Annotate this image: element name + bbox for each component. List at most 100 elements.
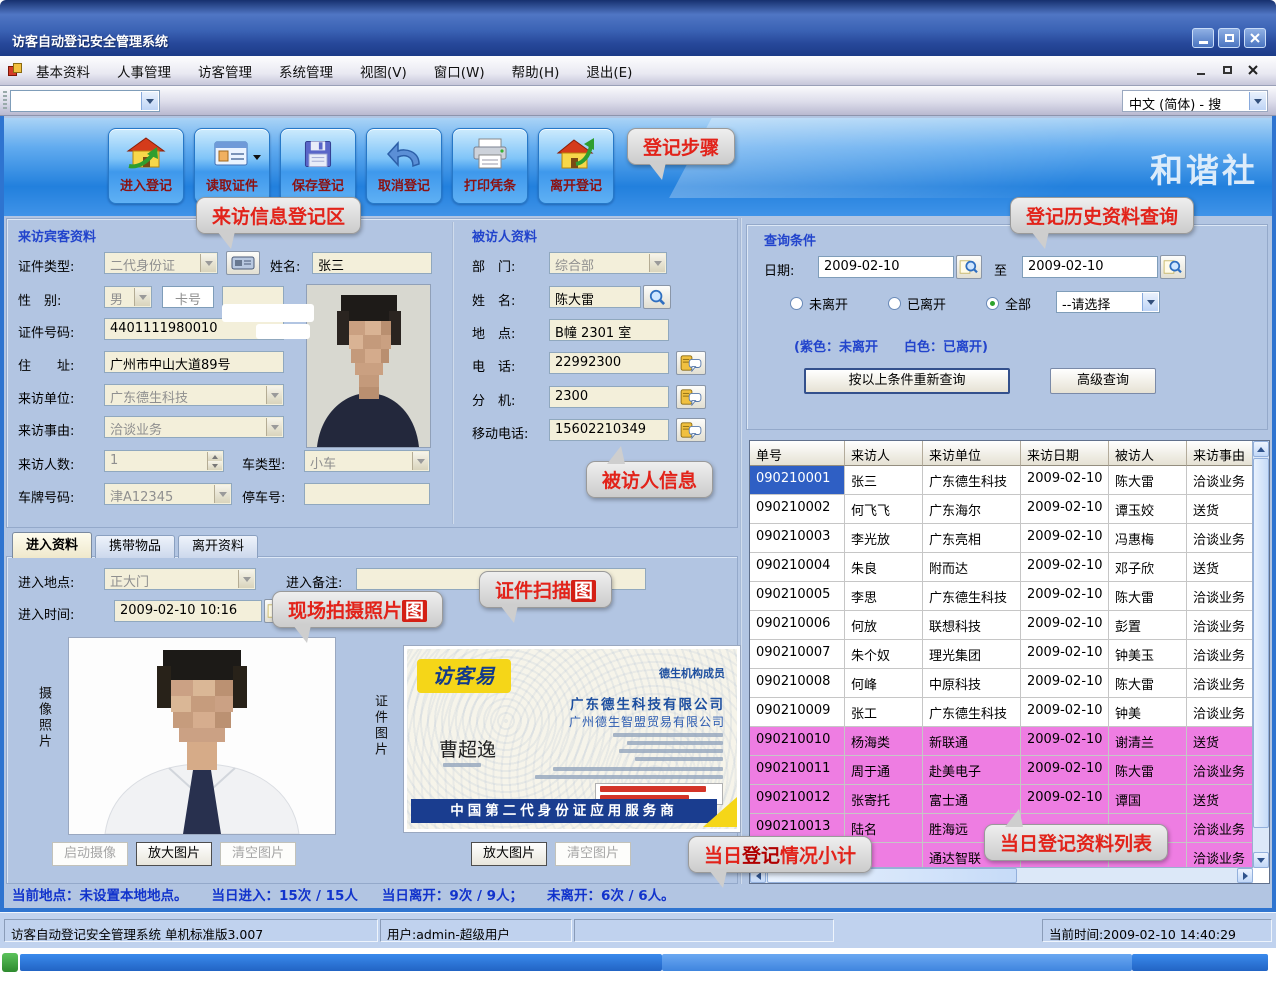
dial-phone-button[interactable] [676, 351, 706, 375]
date-from-field[interactable]: 2009-02-10 [818, 256, 954, 278]
radio-icon[interactable] [790, 297, 803, 310]
table-row[interactable]: 090210009张工广东德生科技2009-02-10钟美洽谈业务 [750, 698, 1253, 727]
table-cell[interactable]: 广东德生科技 [923, 466, 1021, 495]
table-cell[interactable]: 洽谈业务 [1187, 466, 1253, 495]
table-cell[interactable]: 理光集团 [923, 640, 1021, 669]
ext-field[interactable]: 2300 [549, 386, 669, 408]
table-cell[interactable]: 送货 [1187, 553, 1253, 582]
table-cell[interactable]: 2009-02-10 [1021, 553, 1109, 582]
radio-icon[interactable] [986, 297, 999, 310]
table-cell[interactable]: 洽谈业务 [1187, 843, 1253, 868]
table-cell[interactable]: 2009-02-10 [1021, 524, 1109, 553]
table-cell[interactable]: 李光放 [845, 524, 923, 553]
table-cell[interactable]: 广东海尔 [923, 495, 1021, 524]
advanced-query-button[interactable]: 高级查询 [1050, 368, 1156, 394]
mdi-close-button[interactable] [1244, 62, 1262, 78]
entry-time-field[interactable]: 2009-02-10 10:16 [114, 600, 262, 622]
table-row[interactable]: 090210006何放联想科技2009-02-10彭置洽谈业务 [750, 611, 1253, 640]
close-button[interactable] [1244, 28, 1266, 48]
table-cell[interactable]: 新联通 [923, 727, 1021, 756]
dropdown-caret-icon[interactable] [253, 155, 261, 160]
minimize-button[interactable] [1192, 28, 1214, 48]
menu-item-7[interactable]: 退出(E) [586, 61, 632, 81]
requery-button[interactable]: 按以上条件重新查询 [804, 368, 1010, 394]
table-cell[interactable]: 090210011 [750, 756, 845, 785]
table-cell[interactable]: 邓子欣 [1109, 553, 1187, 582]
scan-button-清空图片[interactable]: 清空图片 [555, 842, 631, 866]
table-header-cell[interactable]: 单号 [750, 441, 845, 466]
dept-combo[interactable]: 综合部 [549, 252, 667, 274]
table-cell[interactable]: 钟美玉 [1109, 640, 1187, 669]
location-field[interactable]: B幢 2301 室 [549, 319, 669, 341]
table-cell[interactable]: 陈大雷 [1109, 669, 1187, 698]
table-cell[interactable]: 送货 [1187, 785, 1253, 814]
table-cell[interactable]: 彭置 [1109, 611, 1187, 640]
radio-option-1[interactable]: 已离开 [888, 294, 946, 313]
table-cell[interactable]: 送货 [1187, 495, 1253, 524]
table-cell[interactable]: 张寄托 [845, 785, 923, 814]
table-cell[interactable]: 朱个奴 [845, 640, 923, 669]
visitor-name-field[interactable]: 张三 [312, 252, 432, 274]
table-cell[interactable]: 张工 [845, 698, 923, 727]
cert-type-combo[interactable]: 二代身份证 [104, 252, 218, 274]
menu-item-1[interactable]: 人事管理 [117, 61, 171, 81]
table-cell[interactable]: 陈大雷 [1109, 466, 1187, 495]
radio-option-2[interactable]: 全部 [986, 294, 1031, 313]
dropdown-arrow-icon[interactable] [412, 452, 428, 470]
table-cell[interactable]: 张三 [845, 466, 923, 495]
table-row[interactable]: 090210004朱良附而达2009-02-10邓子欣送货 [750, 553, 1253, 582]
scroll-up-button[interactable] [1253, 441, 1269, 457]
table-cell[interactable]: 2009-02-10 [1021, 698, 1109, 727]
dropdown-arrow-icon[interactable] [238, 570, 254, 588]
table-cell[interactable]: 谭国 [1109, 785, 1187, 814]
table-header-cell[interactable]: 来访事由 [1187, 441, 1253, 466]
vertical-scrollbar[interactable] [1252, 441, 1269, 868]
table-cell[interactable]: 090210001 [750, 466, 845, 495]
table-row[interactable]: 090210011周于通赴美电子2009-02-10陈大雷洽谈业务 [750, 756, 1253, 785]
company-combo[interactable]: 广东德生科技 [104, 384, 284, 406]
start-button-sliver[interactable] [2, 953, 18, 972]
table-header-cell[interactable]: 来访人 [845, 441, 923, 466]
radio-icon[interactable] [888, 297, 901, 310]
photo-button-清空图片[interactable]: 清空图片 [220, 842, 296, 866]
menu-item-6[interactable]: 帮助(H) [512, 61, 560, 81]
table-cell[interactable]: 洽谈业务 [1187, 611, 1253, 640]
table-cell[interactable]: 090210008 [750, 669, 845, 698]
language-bar[interactable]: 中文 (简体) - 搜 [1122, 90, 1268, 112]
dial-ext-button[interactable] [676, 385, 706, 409]
table-cell[interactable]: 2009-02-10 [1021, 611, 1109, 640]
table-cell[interactable]: 090210007 [750, 640, 845, 669]
toolbar-button-6[interactable]: 离开登记 [538, 128, 614, 204]
table-cell[interactable]: 陈大雷 [1109, 582, 1187, 611]
table-cell[interactable]: 2009-02-10 [1021, 756, 1109, 785]
table-cell[interactable]: 杨海类 [845, 727, 923, 756]
phone-field[interactable]: 22992300 [549, 352, 669, 374]
table-header-cell[interactable]: 来访日期 [1021, 441, 1109, 466]
table-cell[interactable]: 李思 [845, 582, 923, 611]
restore-button[interactable] [1218, 28, 1240, 48]
dropdown-arrow-icon[interactable] [1249, 92, 1266, 110]
table-cell[interactable]: 洽谈业务 [1187, 698, 1253, 727]
table-cell[interactable]: 洽谈业务 [1187, 669, 1253, 698]
table-cell[interactable]: 2009-02-10 [1021, 582, 1109, 611]
gender-combo[interactable]: 男 [104, 286, 152, 308]
table-cell[interactable]: 2009-02-10 [1021, 495, 1109, 524]
table-cell[interactable]: 何放 [845, 611, 923, 640]
toolbar-button-3[interactable]: 保存登记 [280, 128, 356, 204]
table-cell[interactable]: 2009-02-10 [1021, 785, 1109, 814]
table-row[interactable]: 090210010杨海类新联通2009-02-10谢清兰送货 [750, 727, 1253, 756]
table-cell[interactable]: 广东德生科技 [923, 698, 1021, 727]
mdi-restore-button[interactable] [1218, 62, 1236, 78]
menu-item-5[interactable]: 窗口(W) [434, 61, 485, 81]
table-row[interactable]: 090210012张寄托富士通2009-02-10谭国送货 [750, 785, 1253, 814]
dropdown-arrow-icon[interactable] [141, 92, 158, 110]
spinner-arrows[interactable] [207, 452, 222, 470]
table-row[interactable]: 090210003李光放广东亮相2009-02-10冯惠梅洽谈业务 [750, 524, 1253, 553]
table-row[interactable]: 090210007朱个奴理光集团2009-02-10钟美玉洽谈业务 [750, 640, 1253, 669]
table-cell[interactable]: 谭玉姣 [1109, 495, 1187, 524]
date-to-picker-button[interactable] [1160, 255, 1186, 279]
table-cell[interactable]: 090210005 [750, 582, 845, 611]
dropdown-arrow-icon[interactable] [1142, 293, 1158, 311]
table-cell[interactable]: 2009-02-10 [1021, 669, 1109, 698]
table-row[interactable]: 090210001张三广东德生科技2009-02-10陈大雷洽谈业务 [750, 466, 1253, 495]
